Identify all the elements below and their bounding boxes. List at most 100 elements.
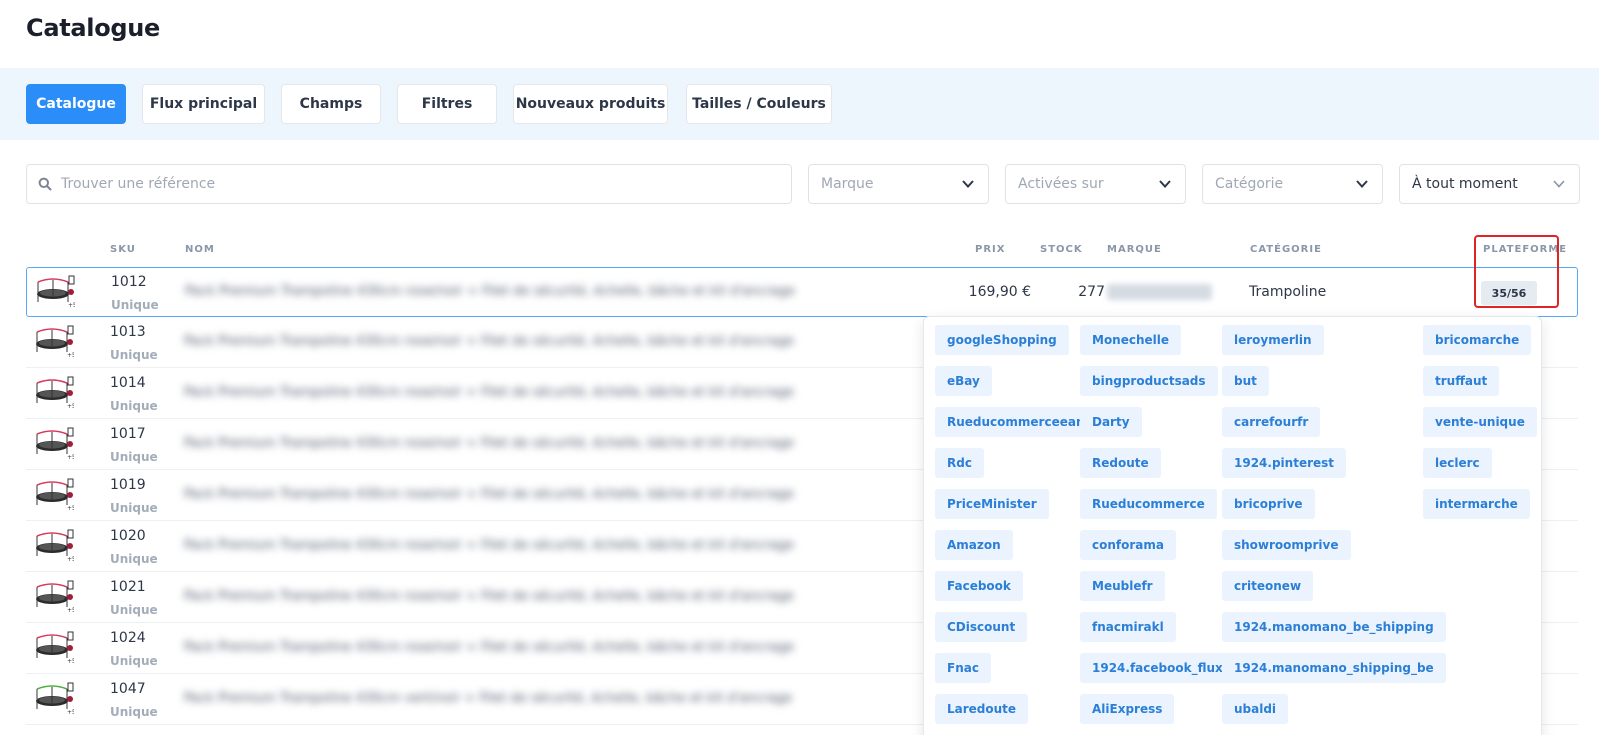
platform-chip[interactable]: eBay — [935, 366, 992, 396]
product-thumbnail: +5 — [37, 275, 75, 309]
period-select-label: À tout moment — [1412, 176, 1518, 192]
column-header-price[interactable]: PRIX — [975, 244, 1005, 255]
column-header-brand[interactable]: MARQUE — [1107, 244, 1162, 255]
platform-chip[interactable]: truffaut — [1423, 366, 1500, 396]
platform-chip[interactable]: showroomprive — [1222, 530, 1351, 560]
platform-chip[interactable]: leclerc — [1423, 448, 1492, 478]
sku-value[interactable]: 1024 — [110, 630, 146, 646]
period-select[interactable]: À tout moment — [1399, 164, 1580, 204]
platform-chip[interactable]: bricoprive — [1222, 489, 1315, 519]
sku-value[interactable]: 1012 — [111, 274, 147, 290]
platform-chip[interactable]: Rueducommerce — [1080, 489, 1217, 519]
variant-label: Unique — [110, 348, 158, 362]
platform-chip[interactable]: vente-unique — [1423, 407, 1537, 437]
product-thumbnail: +5 — [36, 325, 74, 359]
platform-chip[interactable]: Redoute — [1080, 448, 1161, 478]
platform-chip[interactable]: Laredoute — [935, 694, 1029, 724]
product-thumbnail: +5 — [36, 376, 74, 410]
variant-label: Unique — [110, 705, 158, 719]
product-thumbnail: +5 — [36, 529, 74, 563]
platform-chip[interactable]: Meublefr — [1080, 571, 1165, 601]
product-name[interactable]: Pack Premium Trampoline 430cm rose/noir … — [184, 589, 794, 604]
tab-catalogue[interactable]: Catalogue — [26, 84, 126, 124]
product-name[interactable]: Pack Premium Trampoline 430cm rose/noir … — [185, 284, 795, 299]
sku-value[interactable]: 1021 — [110, 579, 146, 595]
search-input[interactable] — [61, 165, 781, 203]
sku-value[interactable]: 1047 — [110, 681, 146, 697]
product-name[interactable]: Pack Premium Trampoline 430cm rose/noir … — [184, 487, 794, 502]
product-name[interactable]: Pack Premium Trampoline 430cm vert/noir … — [184, 691, 792, 706]
platform-chip[interactable]: 1924.facebook_flux — [1080, 653, 1235, 683]
platform-highlight-box — [1474, 235, 1559, 308]
search-icon — [38, 177, 52, 191]
product-thumbnail: +5 — [36, 631, 74, 665]
product-name[interactable]: Pack Premium Trampoline 430cm rose/noir … — [184, 538, 794, 553]
tab-nouveaux-produits[interactable]: Nouveaux produits — [513, 84, 668, 124]
tab-champs[interactable]: Champs — [281, 84, 381, 124]
column-header-sku[interactable]: SKU — [110, 244, 136, 255]
variant-label: Unique — [110, 450, 158, 464]
platform-chip[interactable]: bingproductsads — [1080, 366, 1218, 396]
svg-text:+5: +5 — [67, 454, 74, 461]
page-title: Catalogue — [26, 14, 161, 42]
category-select-label: Catégorie — [1215, 176, 1284, 192]
product-name[interactable]: Pack Premium Trampoline 430cm rose/noir … — [184, 334, 794, 349]
chevron-down-icon — [962, 180, 974, 188]
platform-chip[interactable]: fnacmirakl — [1080, 612, 1176, 642]
platform-chip[interactable]: ubaldi — [1222, 694, 1289, 724]
column-header-name[interactable]: NOM — [185, 244, 215, 255]
platform-chip[interactable]: carrefourfr — [1222, 407, 1321, 437]
platform-chip[interactable]: intermarche — [1423, 489, 1530, 519]
product-name[interactable]: Pack Premium Trampoline 430cm rose/noir … — [184, 640, 794, 655]
platform-chip[interactable]: Amazon — [935, 530, 1013, 560]
platforms-dropdown: googleShopping Monechelle leroymerlin brico… — [923, 316, 1542, 735]
product-thumbnail: +5 — [36, 478, 74, 512]
category-select[interactable]: Catégorie — [1202, 164, 1383, 204]
platform-chip[interactable]: Darty — [1080, 407, 1142, 437]
price-value: 169,90 € — [968, 284, 1031, 300]
sku-value[interactable]: 1017 — [110, 426, 146, 442]
platform-chip[interactable]: googleShopping — [935, 325, 1069, 355]
platform-chip[interactable]: but — [1222, 366, 1269, 396]
platform-chip[interactable]: Rueducommerceean — [935, 407, 1097, 437]
product-thumbnail: +5 — [36, 427, 74, 461]
column-header-stock[interactable]: STOCK — [1040, 244, 1083, 255]
tab-filtres[interactable]: Filtres — [397, 84, 497, 124]
tab-tailles-couleurs[interactable]: Tailles / Couleurs — [686, 84, 832, 124]
table-row[interactable]: +5 1012 Unique Pack Premium Trampoline 430c… — [26, 267, 1578, 317]
svg-text:+5: +5 — [67, 607, 74, 614]
chevron-down-icon — [1159, 180, 1171, 188]
variant-label: Unique — [110, 654, 158, 668]
sku-value[interactable]: 1019 — [110, 477, 146, 493]
sku-value[interactable]: 1020 — [110, 528, 146, 544]
activated-on-label: Activées sur — [1018, 176, 1104, 192]
platform-chip[interactable]: Rdc — [935, 448, 984, 478]
platform-chip[interactable]: leroymerlin — [1222, 325, 1324, 355]
product-name[interactable]: Pack Premium Trampoline 430cm rose/noir … — [184, 385, 794, 400]
tab-flux-principal[interactable]: Flux principal — [142, 84, 265, 124]
platform-chip[interactable]: 1924.pinterest — [1222, 448, 1347, 478]
brand-select[interactable]: Marque — [808, 164, 989, 204]
column-header-category[interactable]: CATÉGORIE — [1250, 244, 1322, 255]
platform-chip[interactable]: 1924.manomano_be_shipping — [1222, 612, 1446, 642]
product-name[interactable]: Pack Premium Trampoline 430cm rose/noir … — [184, 436, 794, 451]
platform-chip[interactable]: 1924.manomano_shipping_be — [1222, 653, 1446, 683]
platform-chip[interactable]: AliExpress — [1080, 694, 1175, 724]
platform-chip[interactable]: Monechelle — [1080, 325, 1182, 355]
platform-chip[interactable]: CDiscount — [935, 612, 1028, 642]
sku-value[interactable]: 1014 — [110, 375, 146, 391]
brand-select-label: Marque — [821, 176, 874, 192]
platform-chip[interactable]: PriceMinister — [935, 489, 1049, 519]
platform-chip[interactable]: Fnac — [935, 653, 991, 683]
svg-text:+5: +5 — [67, 505, 74, 512]
svg-text:+5: +5 — [67, 556, 74, 563]
svg-text:+5: +5 — [68, 302, 75, 309]
sku-value[interactable]: 1013 — [110, 324, 146, 340]
platform-chip[interactable]: Facebook — [935, 571, 1023, 601]
activated-on-select[interactable]: Activées sur — [1005, 164, 1186, 204]
platform-chip[interactable]: bricomarche — [1423, 325, 1532, 355]
platform-chip[interactable]: conforama — [1080, 530, 1176, 560]
platform-chip[interactable]: criteonew — [1222, 571, 1314, 601]
product-thumbnail: +5 — [36, 580, 74, 614]
chevron-down-icon — [1356, 180, 1368, 188]
